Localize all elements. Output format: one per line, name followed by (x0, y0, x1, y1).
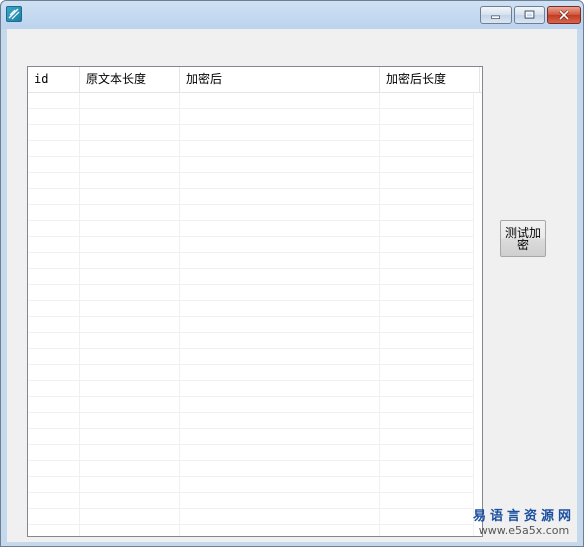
empty-table-row (28, 301, 474, 317)
empty-table-row (28, 429, 474, 445)
watermark-site-name: 易语言资源网 (472, 509, 575, 524)
empty-table-row (28, 269, 474, 285)
encryption-list-view[interactable]: id 原文本长度 加密后 加密后长度 (27, 66, 483, 537)
list-body[interactable] (28, 93, 482, 536)
empty-table-row (28, 205, 474, 221)
empty-table-row (28, 125, 474, 141)
empty-table-row (28, 461, 474, 477)
empty-table-row (28, 333, 474, 349)
column-header-original-length[interactable]: 原文本长度 (80, 67, 180, 92)
watermark: 易语言资源网 www.e5a5x.com (466, 509, 582, 538)
empty-table-row (28, 317, 474, 333)
empty-table-row (28, 285, 474, 301)
list-header: id 原文本长度 加密后 加密后长度 (28, 67, 482, 93)
minimize-icon (491, 15, 500, 19)
empty-table-row (28, 477, 474, 493)
app-icon[interactable] (6, 6, 22, 22)
minimize-button[interactable] (480, 6, 512, 24)
empty-table-row (28, 173, 474, 189)
empty-table-row (28, 221, 474, 237)
empty-table-row (28, 237, 474, 253)
empty-table-row (28, 365, 474, 381)
title-bar[interactable] (1, 1, 583, 29)
column-header-encrypted-length[interactable]: 加密后长度 (380, 67, 480, 92)
empty-table-row (28, 397, 474, 413)
empty-table-row (28, 93, 474, 109)
empty-table-row (28, 157, 474, 173)
test-encrypt-button[interactable]: 测试加密 (500, 220, 546, 257)
empty-table-row (28, 381, 474, 397)
column-header-encrypted[interactable]: 加密后 (180, 67, 380, 92)
maximize-button[interactable] (514, 6, 545, 24)
empty-table-row (28, 109, 474, 125)
empty-table-row (28, 445, 474, 461)
empty-table-row (28, 509, 474, 525)
close-button[interactable] (547, 6, 581, 24)
watermark-site-url: www.e5a5x.com (478, 524, 570, 537)
empty-table-row (28, 493, 474, 509)
column-header-id[interactable]: id (28, 67, 80, 92)
empty-table-row (28, 413, 474, 429)
empty-table-row (28, 349, 474, 365)
empty-table-row (28, 141, 474, 157)
empty-table-row (28, 189, 474, 205)
maximize-icon (524, 10, 535, 19)
empty-table-row (28, 253, 474, 269)
close-icon (558, 9, 570, 21)
